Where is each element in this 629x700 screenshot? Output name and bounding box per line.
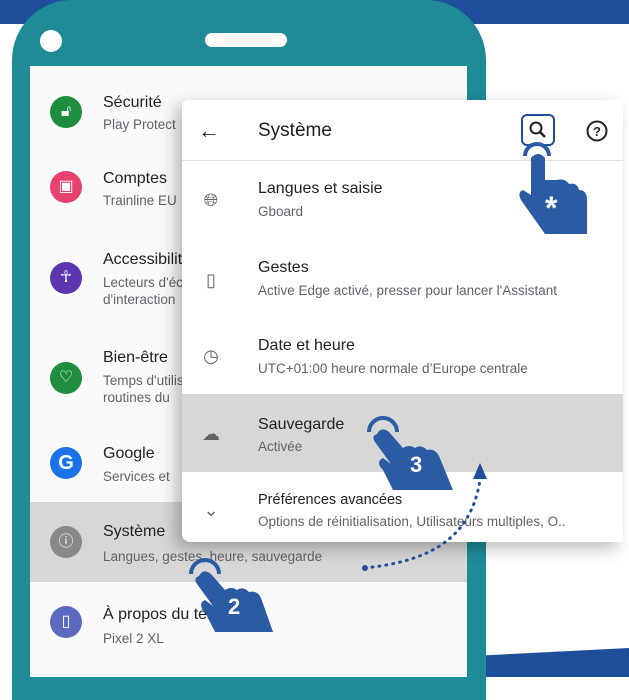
- hand-pointer-icon: [189, 558, 273, 632]
- step-3-badge: 3: [410, 452, 423, 477]
- step-search-badge: *: [545, 190, 558, 226]
- step-2-badge: 2: [228, 594, 241, 619]
- dotted-path-arrow: [362, 463, 487, 571]
